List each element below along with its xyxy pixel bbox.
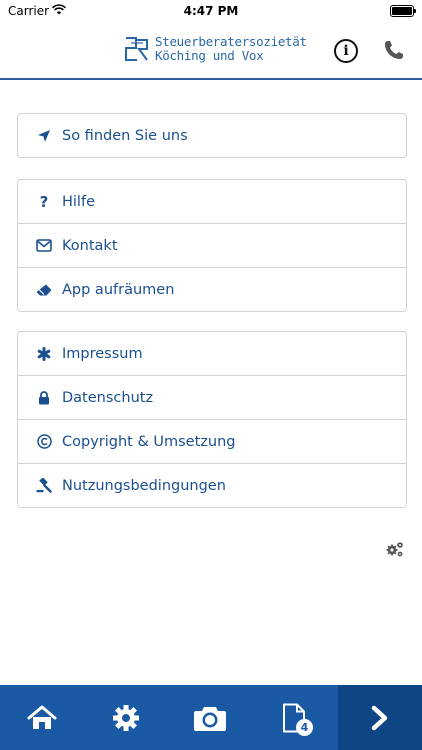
tab-bar: 4 <box>0 685 422 750</box>
info-button[interactable]: i <box>334 39 358 63</box>
menu-item-label: Copyright & Umsetzung <box>62 433 236 450</box>
logo-line-1: Steuerberatersozietät <box>155 34 307 49</box>
menu-group-location: So finden Sie uns <box>17 113 407 158</box>
tab-camera[interactable] <box>168 685 252 750</box>
tab-home[interactable] <box>0 685 84 750</box>
home-icon <box>27 705 57 729</box>
question-icon: ? <box>39 192 49 211</box>
menu-item-label: App aufräumen <box>62 281 175 298</box>
phone-button[interactable] <box>383 39 405 65</box>
chevron-right-icon <box>371 705 388 730</box>
menu-item-privacy[interactable]: Datenschutz <box>18 376 406 420</box>
gear-icon <box>113 704 139 731</box>
menu-item-contact[interactable]: Kontakt <box>18 224 406 268</box>
logo-text: Steuerberatersozietät Köching und Vox <box>155 35 307 63</box>
status-bar: Carrier 4:47 PM <box>0 0 422 22</box>
documents-count-badge: 4 <box>296 719 313 736</box>
lock-icon <box>36 390 52 406</box>
phone-icon <box>385 41 403 59</box>
tab-documents[interactable]: 4 <box>252 685 336 750</box>
envelope-icon <box>36 238 52 254</box>
tab-next[interactable] <box>338 685 422 750</box>
menu-item-label: Impressum <box>62 345 143 362</box>
asterisk-icon <box>36 346 52 362</box>
menu-group-legal: Impressum Datenschutz Copyright & Umsetz… <box>17 331 407 508</box>
menu-item-cleanup[interactable]: App aufräumen <box>18 268 406 311</box>
location-arrow-icon <box>36 128 52 144</box>
menu-item-location[interactable]: So finden Sie uns <box>18 114 406 157</box>
camera-icon <box>194 706 226 731</box>
tab-settings[interactable] <box>84 685 168 750</box>
logo-line-2: Köching und Vox <box>155 48 264 63</box>
menu-item-help[interactable]: ? Hilfe <box>18 180 406 224</box>
menu-item-label: Nutzungsbedingungen <box>62 477 226 494</box>
menu-item-label: Hilfe <box>62 193 95 210</box>
menu-item-label: Kontakt <box>62 237 118 254</box>
battery-icon <box>390 5 416 17</box>
menu-item-copyright[interactable]: Copyright & Umsetzung <box>18 420 406 464</box>
gavel-icon <box>36 478 52 494</box>
menu-item-label: Datenschutz <box>62 389 154 406</box>
copyright-icon <box>36 434 52 450</box>
logo-icon <box>123 35 151 67</box>
menu-group-help: ? Hilfe Kontakt App aufräumen <box>17 179 407 312</box>
eraser-icon <box>36 282 52 298</box>
app-header: Steuerberatersozietät Köching und Vox i <box>0 22 422 80</box>
menu-item-imprint[interactable]: Impressum <box>18 332 406 376</box>
menu-item-terms[interactable]: Nutzungsbedingungen <box>18 464 406 507</box>
advanced-settings-icon[interactable] <box>385 540 405 562</box>
clock: 4:47 PM <box>183 4 239 18</box>
menu-item-label: So finden Sie uns <box>62 127 188 144</box>
